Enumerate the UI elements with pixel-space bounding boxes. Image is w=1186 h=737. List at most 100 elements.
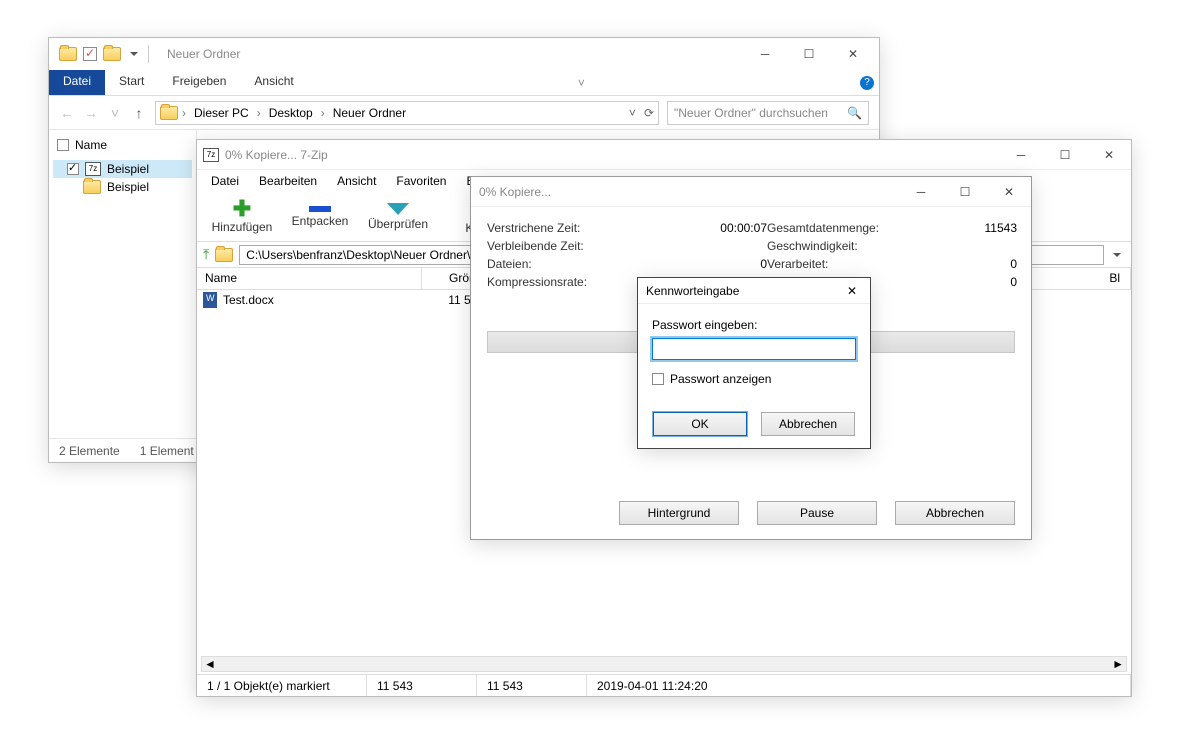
label-speed: Geschwindigkeit: — [767, 239, 907, 253]
value-elapsed: 00:00:07 — [617, 221, 767, 235]
value-total: 11543 — [907, 221, 1017, 235]
menu-view[interactable]: Ansicht — [329, 172, 384, 190]
nav-up-button[interactable]: ↑ — [131, 105, 147, 121]
crumb-folder[interactable]: Neuer Ordner — [329, 106, 410, 120]
tab-start[interactable]: Start — [105, 70, 158, 95]
password-titlebar[interactable]: Kennworteingabe ✕ — [638, 278, 870, 304]
status-date: 2019-04-01 11:24:20 — [587, 675, 1131, 696]
help-button[interactable]: ? — [855, 70, 879, 95]
show-password-label: Passwort anzeigen — [670, 372, 771, 386]
plus-icon: ✚ — [233, 200, 251, 218]
chevron-right-icon: › — [257, 106, 261, 120]
label-processed: Verarbeitet: — [767, 257, 907, 271]
chevron-right-icon: › — [321, 106, 325, 120]
search-box[interactable]: "Neuer Ordner" durchsuchen 🔍 — [667, 101, 869, 125]
menu-edit[interactable]: Bearbeiten — [251, 172, 325, 190]
tree-item-archive[interactable]: 7z Beispiel — [53, 160, 192, 178]
close-button[interactable]: ✕ — [987, 178, 1031, 206]
tool-extract[interactable]: Entpacken — [281, 206, 359, 228]
maximize-button[interactable]: ☐ — [943, 178, 987, 206]
status-count: 2 Elemente — [59, 444, 120, 458]
nav-recent-dropdown[interactable]: ˅ — [107, 105, 123, 121]
value-ratio: 0 — [907, 275, 1017, 289]
minus-icon — [309, 206, 331, 212]
crumb-pc[interactable]: Dieser PC — [190, 106, 253, 120]
scroll-right-icon[interactable]: ► — [1112, 657, 1124, 671]
progress-titlebar[interactable]: 0% Kopiere... ─ ☐ ✕ — [471, 177, 1031, 207]
label-total: Gesamtdatenmenge: — [767, 221, 907, 235]
minimize-button[interactable]: ─ — [899, 178, 943, 206]
close-button[interactable]: ✕ — [1087, 141, 1131, 169]
sevenzip-archive-icon: 7z — [85, 162, 101, 176]
minimize-button[interactable]: ─ — [999, 141, 1043, 169]
menu-favorites[interactable]: Favoriten — [388, 172, 454, 190]
password-dialog: Kennworteingabe ✕ Passwort eingeben: Pas… — [637, 277, 871, 449]
check-icon — [387, 203, 409, 215]
nav-forward-button[interactable]: → — [83, 105, 99, 121]
label-ratio: Kompressionsrate: — [487, 275, 617, 289]
col-name[interactable]: Name — [197, 268, 422, 289]
qat-dropdown-icon[interactable] — [130, 52, 138, 56]
background-button[interactable]: Hintergrund — [619, 501, 739, 525]
item-label: Beispiel — [107, 162, 149, 176]
value-remaining — [617, 239, 767, 253]
minimize-button[interactable]: ─ — [743, 40, 787, 68]
chevron-right-icon[interactable]: › — [182, 106, 186, 120]
pause-button[interactable]: Pause — [757, 501, 877, 525]
crumb-desktop[interactable]: Desktop — [265, 106, 317, 120]
maximize-button[interactable]: ☐ — [1043, 141, 1087, 169]
maximize-button[interactable]: ☐ — [787, 40, 831, 68]
tree-item-folder[interactable]: Beispiel — [53, 178, 192, 196]
ok-button[interactable]: OK — [653, 412, 747, 436]
cancel-button[interactable]: Abbrechen — [761, 412, 855, 436]
scroll-left-icon[interactable]: ◄ — [204, 657, 216, 671]
tab-view[interactable]: Ansicht — [240, 70, 307, 95]
horizontal-scrollbar[interactable]: ◄ ► — [201, 656, 1127, 672]
sevenzip-titlebar[interactable]: 7z 0% Kopiere... 7-Zip ─ ☐ ✕ — [197, 140, 1131, 170]
tool-verify[interactable]: Überprüfen — [359, 203, 437, 231]
explorer-sidebar: Name 7z Beispiel Beispiel — [49, 130, 197, 438]
window-title: Neuer Ordner — [167, 47, 240, 61]
nav-back-button[interactable]: ← — [59, 105, 75, 121]
folder-icon — [83, 180, 101, 194]
path-dropdown-icon[interactable] — [1113, 253, 1121, 257]
explorer-titlebar[interactable]: Neuer Ordner ─ ☐ ✕ — [49, 38, 879, 70]
close-button[interactable]: ✕ — [842, 284, 862, 298]
refresh-icon[interactable]: ⟳ — [644, 106, 654, 120]
ribbon-tabs: Datei Start Freigeben Ansicht ˅ ? — [49, 70, 879, 96]
value-speed — [907, 239, 1017, 253]
nav-toolbar: ← → ˅ ↑ › Dieser PC › Desktop › Neuer Or… — [49, 96, 879, 130]
password-input[interactable] — [652, 338, 856, 360]
search-icon[interactable]: 🔍 — [847, 106, 862, 120]
tool-add[interactable]: ✚Hinzufügen — [203, 200, 281, 234]
path-dropdown-icon[interactable]: ˅ — [629, 106, 636, 120]
status-selected: 1 Element — [140, 444, 194, 458]
label-remaining: Verbleibende Zeit: — [487, 239, 617, 253]
sevenzip-app-icon: 7z — [203, 148, 219, 162]
tab-share[interactable]: Freigeben — [158, 70, 240, 95]
close-button[interactable]: ✕ — [831, 40, 875, 68]
ribbon-expand-icon[interactable]: ˅ — [569, 70, 593, 95]
value-processed: 0 — [907, 257, 1017, 271]
menu-file[interactable]: Datei — [203, 172, 247, 190]
tab-file[interactable]: Datei — [49, 70, 105, 95]
cancel-button[interactable]: Abbrechen — [895, 501, 1015, 525]
folder-icon — [215, 248, 233, 262]
status-size2: 11 543 — [477, 675, 587, 696]
file-name: Test.docx — [223, 293, 274, 307]
item-checkbox[interactable] — [67, 163, 79, 175]
breadcrumb[interactable]: › Dieser PC › Desktop › Neuer Ordner ˅ ⟳ — [155, 101, 659, 125]
value-files: 0 — [617, 257, 767, 271]
divider — [148, 45, 149, 63]
show-password-checkbox[interactable] — [652, 373, 664, 385]
column-header-name[interactable]: Name — [53, 136, 192, 154]
window-title: 0% Kopiere... — [479, 185, 551, 199]
properties-icon[interactable] — [83, 47, 97, 61]
sevenzip-statusbar: 1 / 1 Objekt(e) markiert 11 543 11 543 2… — [197, 674, 1131, 696]
password-label: Passwort eingeben: — [652, 318, 856, 332]
select-all-checkbox[interactable] — [57, 139, 69, 151]
new-folder-icon[interactable] — [103, 47, 121, 61]
window-title: Kennworteingabe — [646, 284, 739, 298]
status-selection: 1 / 1 Objekt(e) markiert — [197, 675, 367, 696]
up-icon[interactable]: ⤒ — [203, 246, 209, 263]
